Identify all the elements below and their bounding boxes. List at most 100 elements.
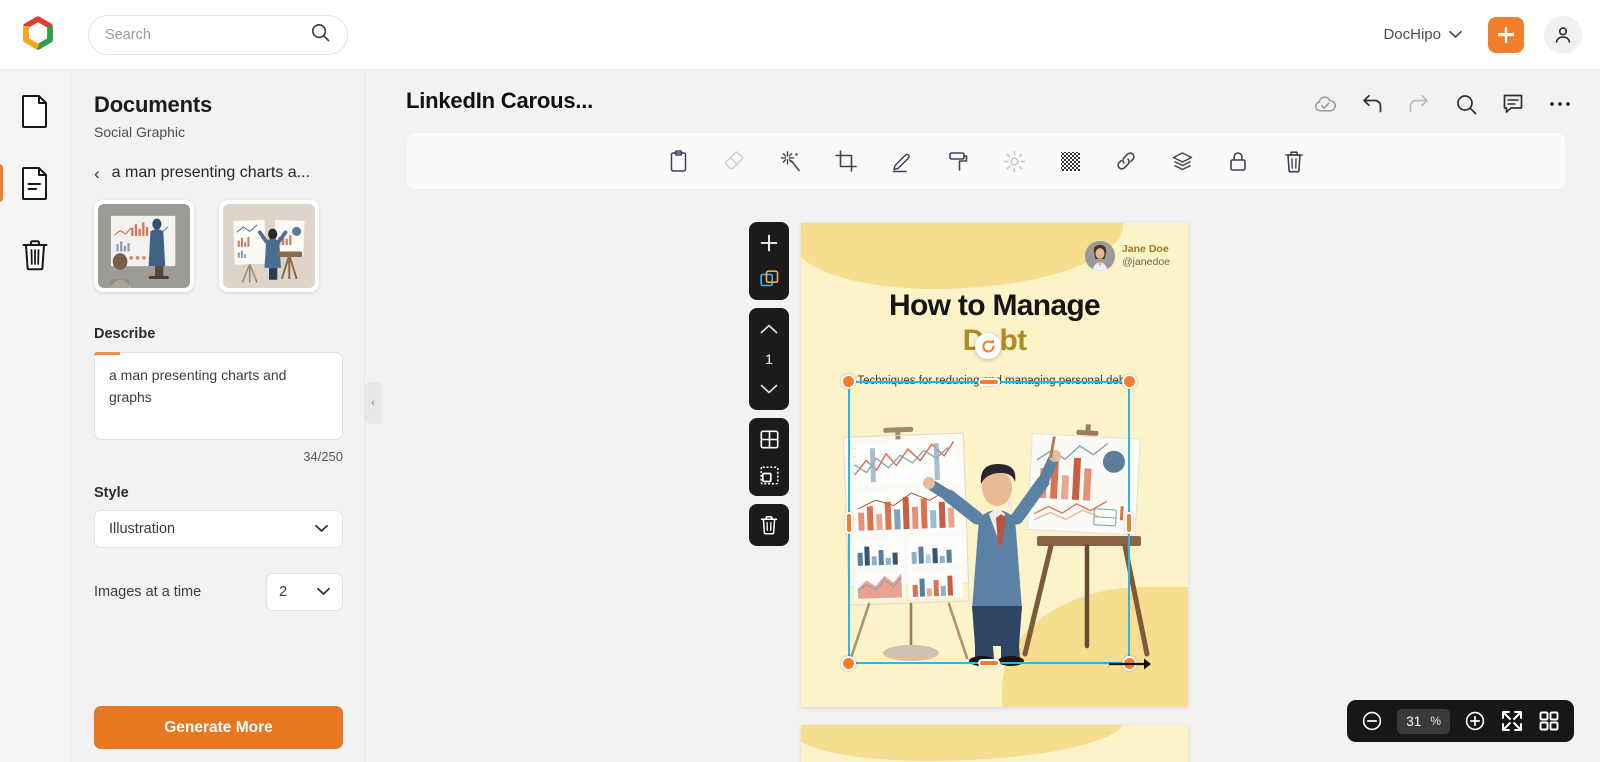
panel-subtitle: Social Graphic: [94, 124, 186, 140]
layers-icon[interactable]: [1167, 146, 1197, 176]
left-rail: [0, 70, 71, 762]
collapse-panel-button[interactable]: ‹: [365, 382, 381, 424]
editor-main: LinkedIn Carous... 1 Jane Doe @janedoe H…: [366, 70, 1600, 762]
clipboard-icon[interactable]: [663, 146, 693, 176]
canvas-page-tools: 1: [749, 222, 789, 546]
zoom-value: 31: [1406, 713, 1422, 729]
style-select[interactable]: Illustration: [94, 510, 343, 548]
author-block[interactable]: Jane Doe @janedoe: [1084, 241, 1170, 271]
document-toolbar: [1311, 90, 1574, 118]
rail-item-documents[interactable]: [0, 160, 58, 206]
top-header: DocHipo: [0, 0, 1600, 70]
generator-panel: Documents Social Graphic ‹ a man present…: [71, 70, 365, 762]
author-handle: @janedoe: [1121, 256, 1170, 268]
link-icon[interactable]: [1111, 146, 1141, 176]
avatar: [1084, 241, 1115, 271]
style-value: Illustration: [109, 521, 176, 537]
cloud-saved-icon[interactable]: [1311, 90, 1339, 118]
thumbnail-2[interactable]: [219, 200, 319, 292]
images-at-a-time-row: Images at a time 2: [94, 573, 343, 611]
generated-thumbnails: [94, 200, 341, 292]
zoom-out-button[interactable]: [1360, 709, 1384, 733]
comment-icon[interactable]: [1499, 90, 1527, 118]
thumbnail-image-1: [98, 204, 190, 288]
thumbnail-1[interactable]: [94, 200, 194, 292]
page-add-group: [749, 222, 789, 300]
trash-icon[interactable]: [1279, 146, 1309, 176]
brand-selector[interactable]: DocHipo: [1383, 26, 1462, 43]
zoom-unit: %: [1430, 714, 1441, 728]
transparency-icon[interactable]: [1055, 146, 1085, 176]
images-count-value: 2: [279, 584, 288, 600]
resize-cursor: [1108, 657, 1152, 676]
search-icon[interactable]: [1452, 90, 1480, 118]
page-down-icon[interactable]: [756, 376, 782, 402]
dochipo-logo[interactable]: [18, 15, 58, 55]
app-root: DocHipo: [0, 0, 1600, 762]
search-box[interactable]: [88, 14, 348, 55]
paint-roller-icon[interactable]: [943, 146, 973, 176]
describe-label: Describe: [94, 326, 156, 342]
back-chevron-icon[interactable]: ‹: [94, 165, 100, 182]
author-name: Jane Doe: [1121, 242, 1169, 255]
search-icon[interactable]: [310, 22, 331, 48]
brand-label: DocHipo: [1383, 26, 1441, 43]
thumbnail-image-2: [223, 204, 315, 288]
style-label: Style: [94, 485, 129, 501]
redo-icon[interactable]: [1405, 90, 1433, 118]
rail-active-indicator: [0, 164, 3, 202]
images-count-select[interactable]: 2: [266, 573, 343, 611]
page-delete-group: [749, 504, 789, 546]
chevron-down-icon: [1449, 26, 1462, 43]
rail-item-blank-document[interactable]: [12, 88, 58, 134]
document-title[interactable]: LinkedIn Carous...: [406, 88, 593, 114]
breadcrumb[interactable]: ‹ a man presenting charts a...: [94, 164, 341, 182]
page-nav-group: 1: [749, 308, 789, 410]
delete-page-icon[interactable]: [756, 512, 782, 538]
zoom-in-button[interactable]: [1463, 709, 1487, 733]
undo-icon[interactable]: [1358, 90, 1386, 118]
describe-field-wrap: [94, 352, 343, 445]
describe-accent-bar: [94, 352, 120, 355]
images-label: Images at a time: [94, 584, 202, 600]
canvas-title-line1: How to Manage: [889, 289, 1101, 322]
page-view-group: [749, 418, 789, 496]
search-input[interactable]: [105, 26, 310, 43]
breadcrumb-label: a man presenting charts a...: [111, 164, 310, 181]
canvas-page-2[interactable]: [801, 725, 1188, 762]
more-options-icon[interactable]: [1546, 90, 1574, 118]
generate-more-button[interactable]: Generate More: [94, 706, 343, 749]
create-new-button[interactable]: [1488, 16, 1524, 53]
grid-icon[interactable]: [756, 426, 782, 452]
decorative-blob-top: [801, 223, 1123, 289]
rail-item-trash[interactable]: [12, 232, 58, 278]
panel-title: Documents: [94, 92, 212, 117]
zoom-bar: 31 %: [1347, 700, 1574, 742]
decorative-blob-page2: [801, 725, 1125, 761]
lock-icon[interactable]: [1223, 146, 1253, 176]
fullscreen-icon[interactable]: [1500, 709, 1524, 733]
magic-wand-icon[interactable]: [775, 146, 805, 176]
user-avatar-button[interactable]: [1544, 15, 1582, 54]
page-number: 1: [765, 351, 773, 367]
page-grid-icon[interactable]: [1537, 709, 1561, 733]
pencil-icon[interactable]: [887, 146, 917, 176]
chevron-down-icon: [315, 521, 328, 537]
author-text: Jane Doe @janedoe: [1122, 243, 1170, 270]
chevron-down-icon: [317, 584, 330, 600]
add-page-icon[interactable]: [756, 230, 782, 256]
zoom-value-field[interactable]: 31 %: [1397, 708, 1450, 734]
page-up-icon[interactable]: [756, 316, 782, 342]
element-toolbar: [406, 132, 1566, 190]
canvas-subtitle[interactable]: Techniques for reducing and managing per…: [849, 374, 1140, 390]
canvas-illustration[interactable]: [829, 418, 1159, 668]
crop-icon[interactable]: [831, 146, 861, 176]
select-area-icon[interactable]: [756, 462, 782, 488]
rotate-handle[interactable]: [975, 333, 1001, 359]
character-counter: 34/250: [303, 449, 343, 464]
describe-input[interactable]: [94, 352, 343, 440]
canvas-page-1[interactable]: Jane Doe @janedoe How to Manage Debt Tec…: [801, 223, 1188, 707]
eraser-icon[interactable]: [719, 146, 749, 176]
brightness-icon[interactable]: [999, 146, 1029, 176]
duplicate-page-icon[interactable]: [756, 266, 782, 292]
